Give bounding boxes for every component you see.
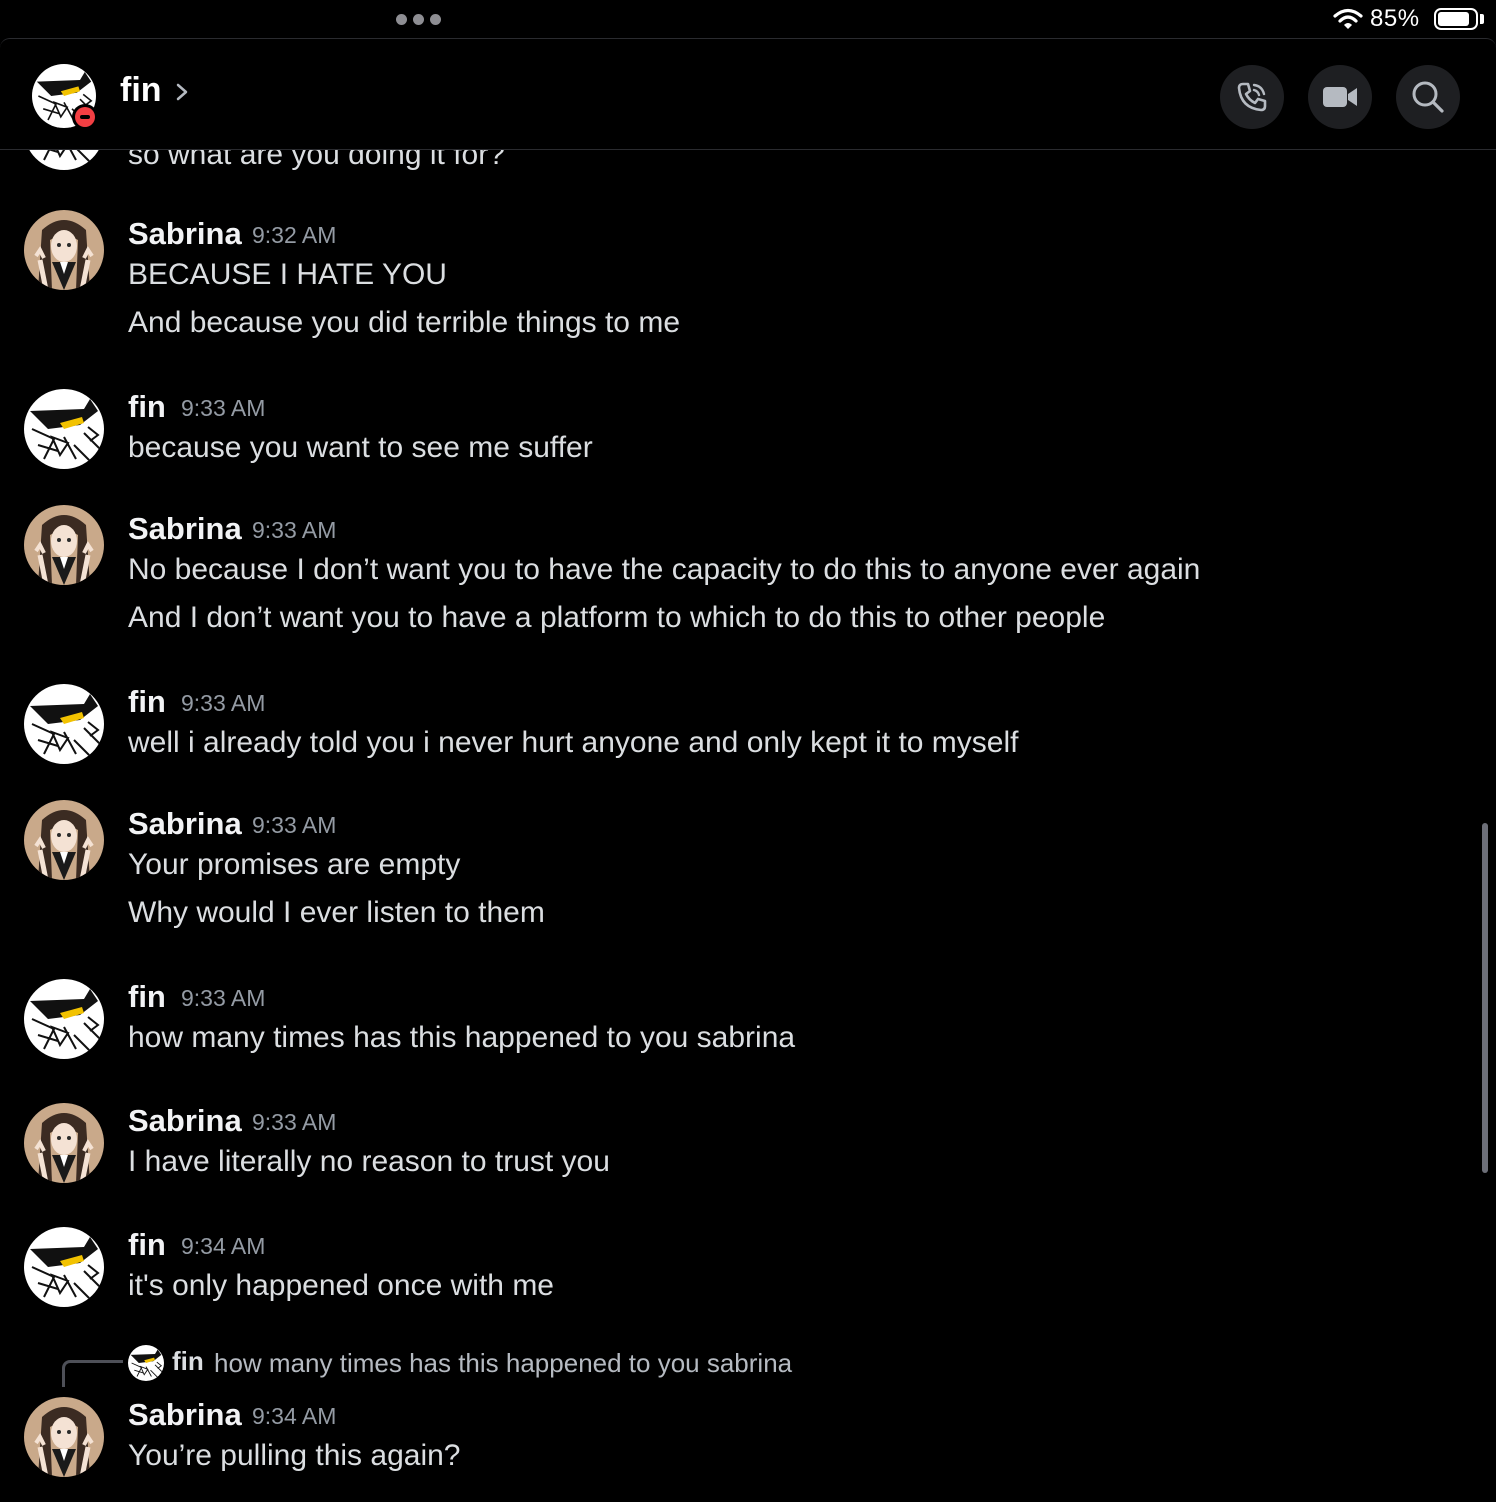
message-text: You’re pulling this again? [128,1439,461,1472]
avatar[interactable] [24,1103,104,1183]
contact-name[interactable]: fin [120,71,162,110]
message-author[interactable]: Sabrina [128,1397,242,1433]
message-text: And I don’t want you to have a platform … [128,601,1106,634]
avatar[interactable] [24,1397,104,1477]
message-text: And because you did terrible things to m… [128,306,680,339]
avatar[interactable] [24,979,104,1059]
battery-cap [1480,14,1484,24]
chevron-right-icon[interactable] [175,82,189,102]
wifi-icon [1333,8,1363,29]
message-timestamp: 9:33 AM [181,690,266,716]
message-text: I have literally no reason to trust you [128,1145,610,1178]
message-timestamp: 9:33 AM [252,1109,337,1135]
battery-percentage: 85% [1370,5,1420,32]
video-camera-icon [1323,87,1357,107]
scrollbar[interactable] [1482,823,1488,1173]
battery-icon [1434,8,1478,30]
reply-avatar[interactable] [128,1345,164,1381]
message-timestamp: 9:32 AM [252,222,337,248]
message-timestamp: 9:34 AM [252,1403,337,1429]
message-text: No because I don’t want you to have the … [128,553,1201,586]
message-author[interactable]: Sabrina [128,216,242,252]
message-author[interactable]: Sabrina [128,806,242,842]
message-timestamp: 9:33 AM [181,985,266,1011]
voice-call-button[interactable] [1220,65,1284,129]
avatar[interactable] [24,800,104,880]
message-text: how many times has this happened to you … [128,1021,796,1054]
reply-quoted-text[interactable]: how many times has this happened to you … [214,1348,792,1379]
avatar[interactable] [24,684,104,764]
reply-author[interactable]: fin [172,1346,204,1377]
contact-avatar[interactable] [32,64,98,130]
search-icon [1412,81,1444,113]
message-group-partial[interactable]: so what are you doing it for? [0,150,1480,171]
message-text: Why would I ever listen to them [128,896,545,929]
video-call-button[interactable] [1308,65,1372,129]
multitasking-dots-icon[interactable] [396,14,441,25]
message-timestamp: 9:33 AM [252,517,337,543]
message-timestamp: 9:33 AM [252,812,337,838]
message-author[interactable]: fin [128,979,166,1015]
message-text: because you want to see me suffer [128,431,593,464]
avatar[interactable] [24,505,104,585]
message-author[interactable]: fin [128,684,166,720]
message-text: Your promises are empty [128,848,461,881]
message-timestamp: 9:33 AM [181,395,266,421]
message-author[interactable]: Sabrina [128,511,242,547]
avatar[interactable] [24,150,104,170]
message-text: so what are you doing it for? [128,150,505,171]
message-author[interactable]: fin [128,1227,166,1263]
avatar[interactable] [24,389,104,469]
phone-call-icon [1237,82,1267,112]
message-list[interactable]: so what are you doing it for? Sabrina 9:… [0,150,1496,1502]
avatar[interactable] [24,210,104,290]
chat-header: fin [0,38,1496,150]
do-not-disturb-icon [72,104,98,130]
message-text: well i already told you i never hurt any… [128,726,1019,759]
status-bar: 85% [0,0,1496,38]
message-text: it's only happened once with me [128,1269,554,1302]
message-text: BECAUSE I HATE YOU [128,258,447,291]
reply-spine [62,1360,123,1387]
message-author[interactable]: Sabrina [128,1103,242,1139]
search-button[interactable] [1396,65,1460,129]
message-timestamp: 9:34 AM [181,1233,266,1259]
message-author[interactable]: fin [128,389,166,425]
avatar[interactable] [24,1227,104,1307]
